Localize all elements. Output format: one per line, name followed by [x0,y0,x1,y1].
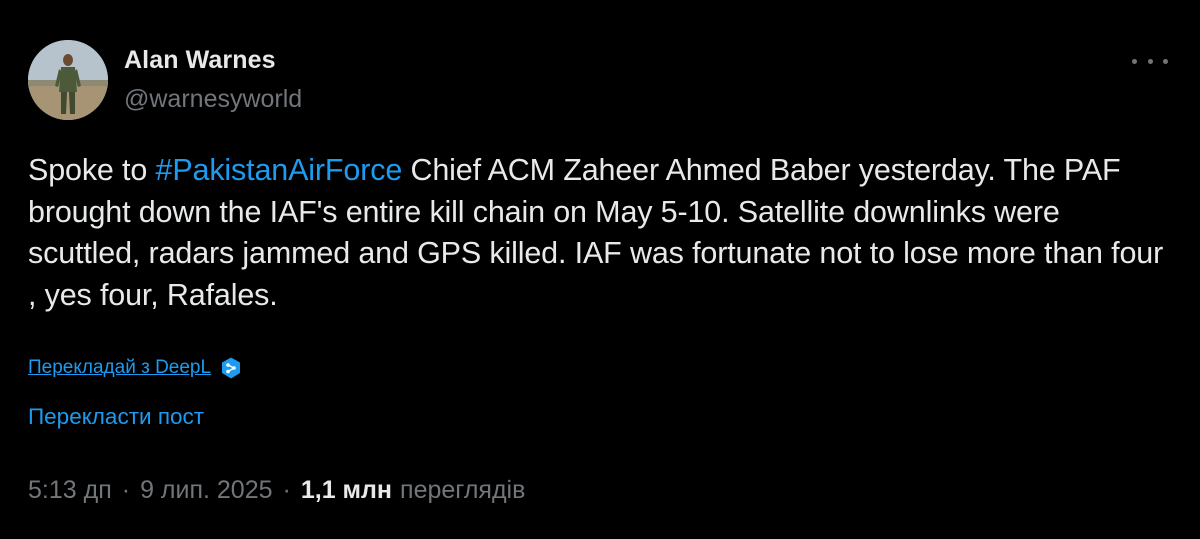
meta-separator: · [282,476,291,504]
more-horizontal-icon [1163,58,1168,64]
author-display-name[interactable]: Alan Warnes [124,44,302,76]
more-horizontal-icon [1132,58,1137,64]
author-info: Alan Warnes @warnesyworld [124,44,302,116]
meta-separator: · [121,476,131,504]
views-count[interactable]: 1,1 млн [301,476,392,505]
tweet-date[interactable]: 9 лип. 2025 [140,476,272,505]
avatar-photo [28,40,108,120]
avatar[interactable] [28,40,108,120]
translate-post-button[interactable]: Перекласти пост [28,404,204,430]
views-label: переглядів [400,476,526,504]
tweet-time[interactable]: 5:13 дп [28,476,112,505]
tweet-text-start: Spoke to [28,153,156,187]
tweet-meta: 5:13 дп · 9 лип. 2025 · 1,1 млн перегляд… [28,476,525,505]
tweet: Alan Warnes @warnesyworld Spoke to #Paki… [0,0,1200,539]
more-horizontal-icon [1147,58,1153,64]
deepl-translate-link[interactable]: Перекладай з DeepL [28,357,211,379]
author-handle[interactable]: @warnesyworld [124,82,302,116]
hashtag-link[interactable]: #PakistanAirForce [156,153,403,187]
tweet-text: Spoke to #PakistanAirForce Chief ACM Zah… [28,150,1178,316]
deepl-icon[interactable] [219,356,243,380]
deepl-translate: Перекладай з DeepL [28,356,243,380]
more-options-button[interactable] [1132,50,1168,72]
